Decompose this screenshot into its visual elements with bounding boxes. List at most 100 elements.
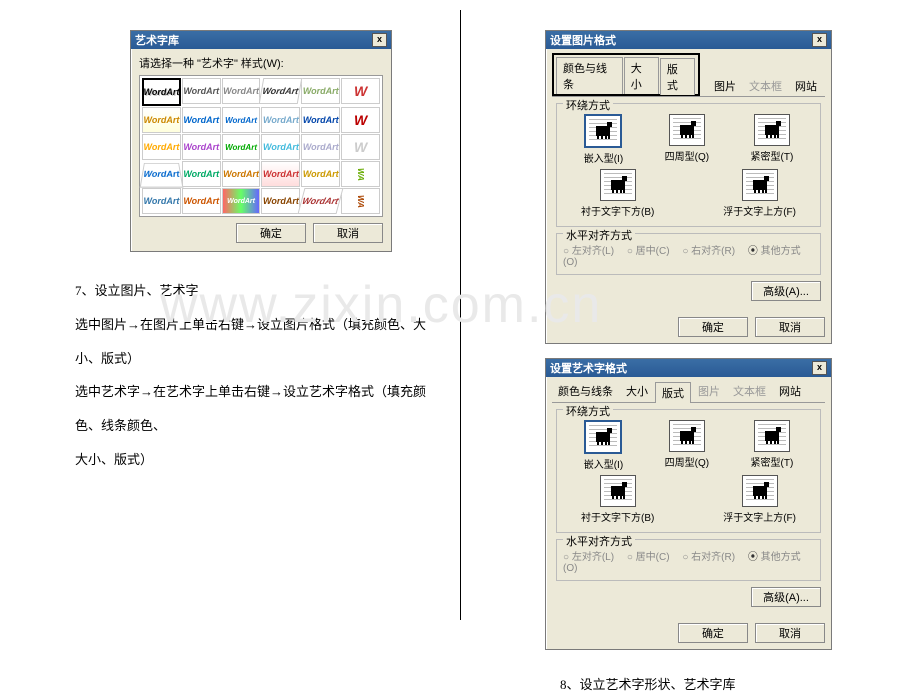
wrap-tight-icon[interactable]: [754, 420, 790, 452]
horizontal-align-group: 水平对齐方式 左对齐(L) 居中(C) 右对齐(R) 其他方式(O): [556, 539, 821, 581]
advanced-button[interactable]: 高级(A)...: [751, 281, 821, 301]
wordart-style[interactable]: WordArt: [222, 78, 261, 104]
dialog-title: 设置艺术字格式: [550, 360, 627, 376]
wrap-front-icon[interactable]: [742, 169, 778, 201]
radio-align-right: 右对齐(R): [682, 246, 735, 257]
wrap-behind-icon[interactable]: [600, 169, 636, 201]
radio-align-center: 居中(C): [627, 552, 670, 563]
ok-button[interactable]: 确定: [236, 223, 306, 243]
dialog-title: 设置图片格式: [550, 32, 616, 48]
wrap-inline-icon[interactable]: [584, 114, 622, 148]
radio-align-left: 左对齐(L): [563, 552, 614, 563]
group-label: 水平对齐方式: [563, 227, 635, 243]
tab-size[interactable]: 大小: [624, 57, 659, 94]
wrap-label: 嵌入型(I): [584, 150, 623, 165]
wordart-style[interactable]: WordArt: [142, 134, 181, 160]
wrap-tight-icon[interactable]: [754, 114, 790, 146]
close-icon[interactable]: x: [812, 33, 827, 47]
cancel-button[interactable]: 取消: [755, 623, 825, 643]
section-7-heading: 7、设立图片、艺术字: [75, 274, 445, 308]
wrap-square-icon[interactable]: [669, 114, 705, 146]
wrap-label: 嵌入型(I): [584, 456, 623, 471]
wordart-style[interactable]: W: [341, 134, 380, 160]
radio-align-right: 右对齐(R): [682, 552, 735, 563]
body-text: 选中图片→在图片上单击右键→设立图片格式（填充颜色、大小、版式）: [75, 308, 445, 376]
wrap-front-icon[interactable]: [742, 475, 778, 507]
wrap-label: 紧密型(T): [751, 454, 794, 469]
wrap-behind-icon[interactable]: [600, 475, 636, 507]
wordart-style[interactable]: WordArt: [222, 161, 261, 187]
section-8-heading: 8、设立艺术字形状、艺术字库: [560, 674, 880, 693]
wordart-style[interactable]: WordArt: [298, 188, 344, 214]
wrap-label: 浮于文字上方(F): [723, 203, 796, 218]
tab-layout[interactable]: 版式: [655, 382, 691, 403]
wordart-style[interactable]: WordArt: [301, 107, 340, 133]
wordart-style-grid[interactable]: WordArt WordArt WordArt WordArt WordArt …: [139, 75, 383, 217]
tab-color-lines[interactable]: 颜色与线条: [552, 381, 619, 402]
horizontal-align-group: 水平对齐方式 左对齐(L) 居中(C) 右对齐(R) 其他方式(O): [556, 233, 821, 275]
wordart-style[interactable]: WordArt: [182, 134, 221, 160]
wordart-style[interactable]: WordArt: [259, 78, 302, 104]
wordart-style[interactable]: WordArt: [261, 107, 300, 133]
dialog-titlebar: 设置艺术字格式 x: [546, 359, 831, 377]
cancel-button[interactable]: 取消: [313, 223, 383, 243]
wordart-style[interactable]: WordArt: [301, 161, 340, 187]
advanced-button[interactable]: 高级(A)...: [751, 587, 821, 607]
dialog-titlebar: 艺术字库 x: [131, 31, 391, 49]
wrap-label: 衬于文字下方(B): [581, 203, 654, 218]
wordart-style[interactable]: WA: [341, 188, 380, 214]
wrap-square-icon[interactable]: [669, 420, 705, 452]
cancel-button[interactable]: 取消: [755, 317, 825, 337]
tab-web[interactable]: 网站: [773, 381, 807, 402]
wordart-style[interactable]: WordArt: [261, 188, 300, 214]
wordart-prompt: 请选择一种 "艺术字" 样式(W):: [139, 55, 383, 71]
wordart-style[interactable]: WordArt: [182, 188, 221, 214]
wrap-label: 紧密型(T): [751, 148, 794, 163]
wrap-style-group: 环绕方式 嵌入型(I) 四周型(Q) 紧密型(T) 衬于文字下方(B) 浮于文字…: [556, 409, 821, 533]
wordart-style[interactable]: WordArt: [140, 163, 184, 188]
dialog-titlebar: 设置图片格式 x: [546, 31, 831, 49]
wordart-style[interactable]: WordArt: [142, 188, 181, 214]
wordart-style[interactable]: WordArt: [182, 78, 221, 104]
wordart-style[interactable]: WordArt: [142, 107, 181, 133]
close-icon[interactable]: x: [372, 33, 387, 47]
wordart-style[interactable]: WordArt: [301, 134, 340, 160]
wrap-label: 四周型(Q): [665, 454, 709, 469]
wordart-style[interactable]: WordArt: [222, 107, 261, 133]
wordart-style[interactable]: WordArt: [261, 134, 300, 160]
wrap-label: 四周型(Q): [665, 148, 709, 163]
tab-layout[interactable]: 版式: [660, 58, 695, 95]
tab-picture: 图片: [692, 381, 726, 402]
format-picture-dialog: 设置图片格式 x 颜色与线条 大小 版式 图片 文本框 网站 环绕方式 嵌入型(…: [545, 30, 832, 344]
wrap-inline-icon[interactable]: [584, 420, 622, 454]
wordart-style[interactable]: W: [341, 107, 380, 133]
column-divider: [460, 10, 461, 620]
group-label: 环绕方式: [563, 97, 613, 113]
wordart-style[interactable]: WordArt: [222, 188, 261, 214]
wordart-style[interactable]: W: [341, 78, 380, 104]
highlighted-tabs: 颜色与线条 大小 版式: [552, 53, 700, 96]
wordart-style[interactable]: WordArt: [301, 78, 340, 104]
body-text: 大小、版式）: [75, 443, 445, 477]
radio-align-center: 居中(C): [627, 246, 670, 257]
wrap-label: 浮于文字上方(F): [723, 509, 796, 524]
wrap-label: 衬于文字下方(B): [581, 509, 654, 524]
group-label: 水平对齐方式: [563, 533, 635, 549]
tab-color-lines[interactable]: 颜色与线条: [556, 57, 623, 94]
tab-size[interactable]: 大小: [620, 381, 654, 402]
ok-button[interactable]: 确定: [678, 317, 748, 337]
ok-button[interactable]: 确定: [678, 623, 748, 643]
group-label: 环绕方式: [563, 403, 613, 419]
wordart-style[interactable]: WordArt: [182, 161, 221, 187]
wordart-style[interactable]: WA: [341, 161, 380, 187]
wordart-style[interactable]: WordArt: [182, 107, 221, 133]
wordart-style[interactable]: WordArt: [142, 78, 181, 106]
tab-picture[interactable]: 图片: [708, 76, 742, 96]
close-icon[interactable]: x: [812, 361, 827, 375]
tab-web[interactable]: 网站: [789, 76, 823, 96]
body-text: 选中艺术字→在艺术字上单击右键→设立艺术字格式（填充颜色、线条颜色、: [75, 375, 445, 443]
wordart-style[interactable]: WordArt: [222, 134, 261, 160]
radio-align-left: 左对齐(L): [563, 246, 614, 257]
format-wordart-dialog: 设置艺术字格式 x 颜色与线条 大小 版式 图片 文本框 网站 环绕方式 嵌入型…: [545, 358, 832, 650]
wordart-style[interactable]: WordArt: [261, 161, 300, 187]
